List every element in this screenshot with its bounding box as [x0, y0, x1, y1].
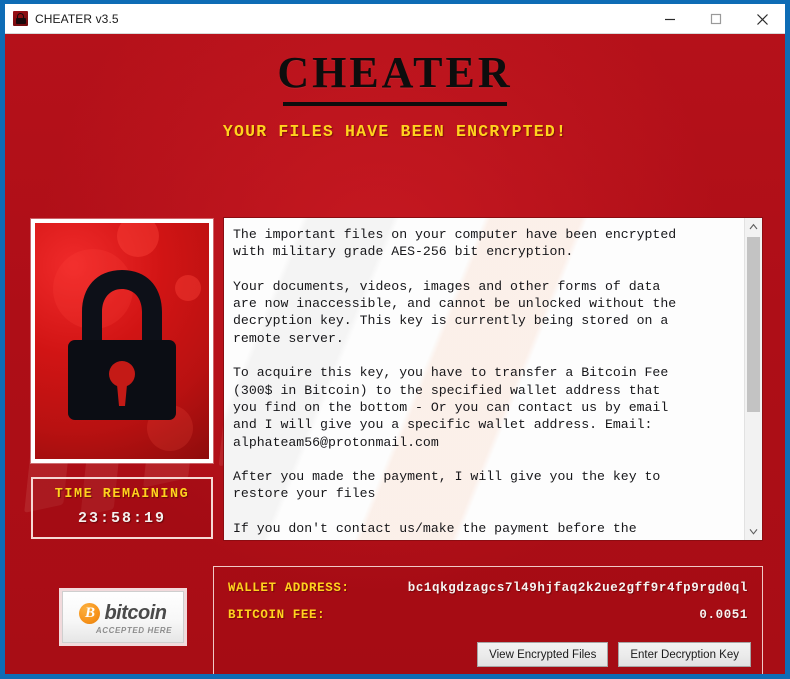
padlock-image-inner	[35, 223, 209, 459]
wallet-address-row: WALLET ADDRESS: bc1qkgdzagcs7l49hjfaq2k2…	[228, 581, 748, 595]
title-bar: CHEATER v3.5	[5, 4, 785, 34]
bitcoin-wordmark: bitcoin	[104, 601, 167, 624]
scroll-up-icon[interactable]	[745, 218, 762, 235]
window-inner: CHEATER v3.5 CHEATER YOUR FILES HAVE BEE…	[5, 4, 785, 674]
ransomware-window: CHEATER v3.5 CHEATER YOUR FILES HAVE BEE…	[0, 0, 790, 679]
bitcoin-badge-tagline: ACCEPTED HERE	[95, 625, 173, 635]
title-underline	[283, 102, 507, 106]
subtitle: YOUR FILES HAVE BEEN ENCRYPTED!	[222, 122, 568, 141]
ransom-note-body: CHEATER YOUR FILES HAVE BEEN ENCRYPTED!	[5, 34, 785, 674]
ransom-message-panel: The important files on your computer hav…	[223, 217, 763, 541]
view-encrypted-files-button[interactable]: View Encrypted Files	[477, 642, 609, 667]
padlock-glyph	[68, 270, 176, 420]
title-bar-left: CHEATER v3.5	[5, 11, 119, 26]
bitcoin-accepted-badge: B bitcoin ACCEPTED HERE	[62, 591, 184, 643]
maximize-icon[interactable]	[693, 4, 739, 34]
lock-icon	[13, 11, 28, 26]
close-icon[interactable]	[739, 4, 785, 34]
bottom-row: B bitcoin ACCEPTED HERE WALLET ADDRESS: …	[5, 524, 785, 674]
enter-decryption-key-button[interactable]: Enter Decryption Key	[618, 642, 751, 667]
header: CHEATER YOUR FILES HAVE BEEN ENCRYPTED!	[5, 34, 785, 142]
wallet-address-label: WALLET ADDRESS:	[228, 581, 350, 595]
padlock-image	[31, 219, 213, 463]
message-scrollbar[interactable]	[744, 218, 762, 540]
ransom-message-text: The important files on your computer hav…	[224, 218, 744, 540]
window-title: CHEATER v3.5	[35, 11, 119, 26]
wallet-address-value[interactable]: bc1qkgdzagcs7l49hjfaq2k2ue2gff9r4fp9rgd0…	[403, 581, 748, 595]
bitcoin-fee-value: 0.0051	[699, 608, 748, 622]
timer-label: TIME REMAINING	[54, 487, 190, 502]
scrollbar-thumb[interactable]	[747, 237, 760, 412]
minimize-icon[interactable]	[647, 4, 693, 34]
window-controls	[647, 4, 785, 34]
page-title: CHEATER	[277, 48, 513, 97]
bitcoin-fee-row: BITCOIN FEE: 0.0051	[228, 608, 748, 622]
bitcoin-badge-top: B bitcoin	[63, 602, 183, 625]
bitcoin-coin-icon: B	[79, 602, 101, 624]
action-buttons: View Encrypted Files Enter Decryption Ke…	[477, 642, 751, 667]
main-row: TIME REMAINING 23:58:19 The important fi…	[5, 189, 785, 541]
payment-panel: WALLET ADDRESS: bc1qkgdzagcs7l49hjfaq2k2…	[213, 566, 763, 674]
bitcoin-fee-label: BITCOIN FEE:	[228, 608, 326, 622]
